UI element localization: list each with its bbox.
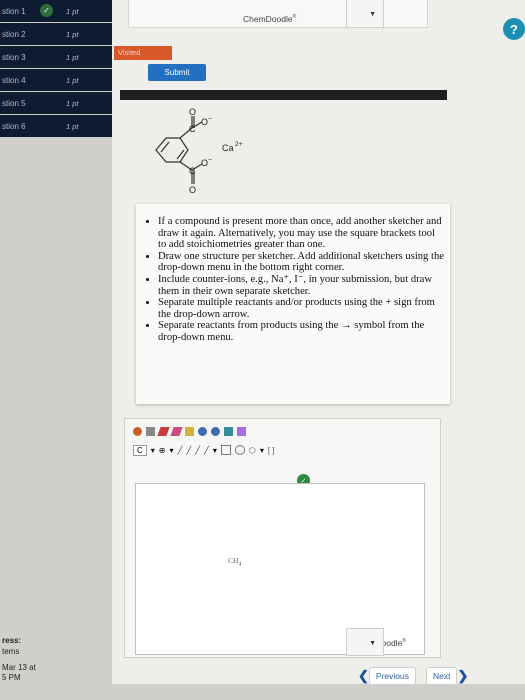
sidebar-item-question-2[interactable]: stion 2 1 pt (0, 23, 112, 45)
progress-label: ress: (2, 636, 22, 645)
wedge-bond-icon[interactable]: ╱ (195, 446, 200, 455)
atom-o: O (201, 158, 208, 168)
eraser-icon[interactable] (157, 426, 170, 436)
chevron-down-icon[interactable]: ▾ (170, 446, 174, 455)
chevron-down-icon[interactable]: ▾ (151, 446, 155, 455)
center-icon[interactable] (224, 426, 233, 436)
instruction-item: If a compound is present more than once,… (158, 216, 444, 251)
single-bond-icon[interactable]: ╱ (178, 446, 183, 455)
next-button[interactable]: Next ❯ (426, 667, 468, 685)
question-name: stion 3 (2, 52, 26, 62)
instruction-item: Separate multiple reactants and/or produ… (158, 297, 444, 320)
hand-icon[interactable] (133, 426, 142, 436)
sketcher-toolbar-top (133, 424, 246, 438)
due-date: Mar 13 at (2, 663, 36, 672)
benzene-ring (155, 137, 189, 163)
previous-label: Previous (368, 667, 416, 685)
question-name: stion 4 (2, 75, 26, 85)
benzene-icon[interactable] (234, 445, 245, 455)
chain-icon[interactable]: ⬡ (249, 446, 256, 455)
previous-button[interactable]: ❮ Previous (358, 667, 416, 685)
section-divider (120, 90, 447, 100)
atom-o: O (189, 185, 196, 195)
instruction-item: Include counter-ions, e.g., Na⁺, I⁻, in … (158, 274, 444, 297)
calcium-phthalate-structure: O C O − O − C O Ca 2+ (155, 107, 243, 195)
question-name: stion 5 (2, 98, 26, 108)
charge-icon[interactable]: ⊕ (159, 446, 166, 455)
sidebar-item-question-5[interactable]: stion 5 1 pt (0, 92, 112, 114)
charge-label: − (208, 116, 212, 123)
atom-c: C (189, 124, 196, 134)
ring-icon[interactable] (220, 445, 231, 455)
question-name: stion 6 (2, 121, 26, 131)
sidebar-item-question-1[interactable]: stion 1 ✓ 1 pt (0, 0, 112, 22)
question-points: 1 pt (66, 52, 79, 62)
atom-o: O (201, 117, 208, 127)
zoom-out-icon[interactable] (211, 426, 220, 436)
chevron-left-icon: ❮ (358, 668, 369, 683)
atom-select[interactable]: C (133, 444, 147, 456)
zoom-in-icon[interactable] (198, 426, 207, 436)
instruction-item: Separate reactants from products using t… (158, 320, 444, 343)
question-content: ChemDoodle® ▼ ? Visited Submit O C O − O… (112, 0, 525, 700)
question-points: 1 pt (66, 6, 79, 16)
sidebar-item-question-6[interactable]: stion 6 1 pt (0, 115, 112, 137)
submit-button[interactable]: Submit (148, 64, 206, 81)
question-name: stion 2 (2, 29, 26, 39)
add-sketcher-dropdown[interactable]: ▼ (346, 628, 384, 656)
pen-icon[interactable] (170, 426, 183, 436)
sidebar-item-question-4[interactable]: stion 4 1 pt (0, 69, 112, 91)
lasso-icon[interactable] (146, 426, 155, 436)
next-label: Next (426, 667, 458, 685)
periodic-table-icon[interactable] (237, 426, 246, 436)
dash-bond-icon[interactable]: ╱ (204, 446, 209, 455)
question-points: 1 pt (66, 98, 79, 108)
checkmark-icon: ✓ (40, 4, 53, 17)
cation-charge: 2+ (235, 141, 243, 148)
question-points: 1 pt (66, 121, 79, 131)
chemdoodle-brand: ChemDoodle® (243, 14, 297, 24)
atom-c: C (189, 166, 196, 176)
chevron-down-icon[interactable]: ▾ (213, 446, 217, 455)
sketcher-toolbar-bottom: C ▾ ⊕ ▾ ╱ ╱ ╱ ╱ ▾ ⬡ ▾ [ ] (133, 443, 275, 457)
due-time: 5 PM (2, 673, 21, 682)
question-points: 1 pt (66, 75, 79, 85)
sidebar-item-question-3[interactable]: stion 3 1 pt (0, 46, 112, 68)
help-icon[interactable]: ? (503, 18, 525, 40)
chemdoodle-sketcher: C ▾ ⊕ ▾ ╱ ╱ ╱ ╱ ▾ ⬡ ▾ [ ] ✓ CH4 ChemDood… (124, 418, 441, 658)
sketcher-dropdown-top[interactable]: ▼ (346, 0, 384, 28)
chevron-down-icon: ▼ (369, 11, 376, 18)
question-sidebar: stion 1 ✓ 1 pt stion 2 1 pt stion 3 1 pt… (0, 0, 112, 700)
charge-label: − (208, 157, 212, 164)
chevron-down-icon[interactable]: ▾ (260, 446, 264, 455)
chevron-down-icon: ▼ (369, 640, 376, 647)
chevron-right-icon: ❯ (457, 668, 469, 683)
instruction-item: Draw one structure per sketcher. Add add… (158, 251, 444, 274)
footer-strip (112, 684, 525, 700)
molecule-label: CH4 (228, 556, 242, 568)
double-bond-icon[interactable]: ╱ (186, 446, 191, 455)
visited-badge: Visited (114, 46, 172, 60)
instructions-list: If a compound is present more than once,… (158, 216, 444, 344)
instructions-card: If a compound is present more than once,… (136, 204, 450, 404)
question-points: 1 pt (66, 29, 79, 39)
items-label: tems (2, 647, 20, 656)
clear-icon[interactable] (185, 426, 194, 436)
brackets-icon[interactable]: [ ] (268, 446, 275, 455)
question-name: stion 1 (2, 6, 26, 16)
atom-o: O (189, 107, 196, 117)
cation-label: Ca (222, 143, 234, 153)
